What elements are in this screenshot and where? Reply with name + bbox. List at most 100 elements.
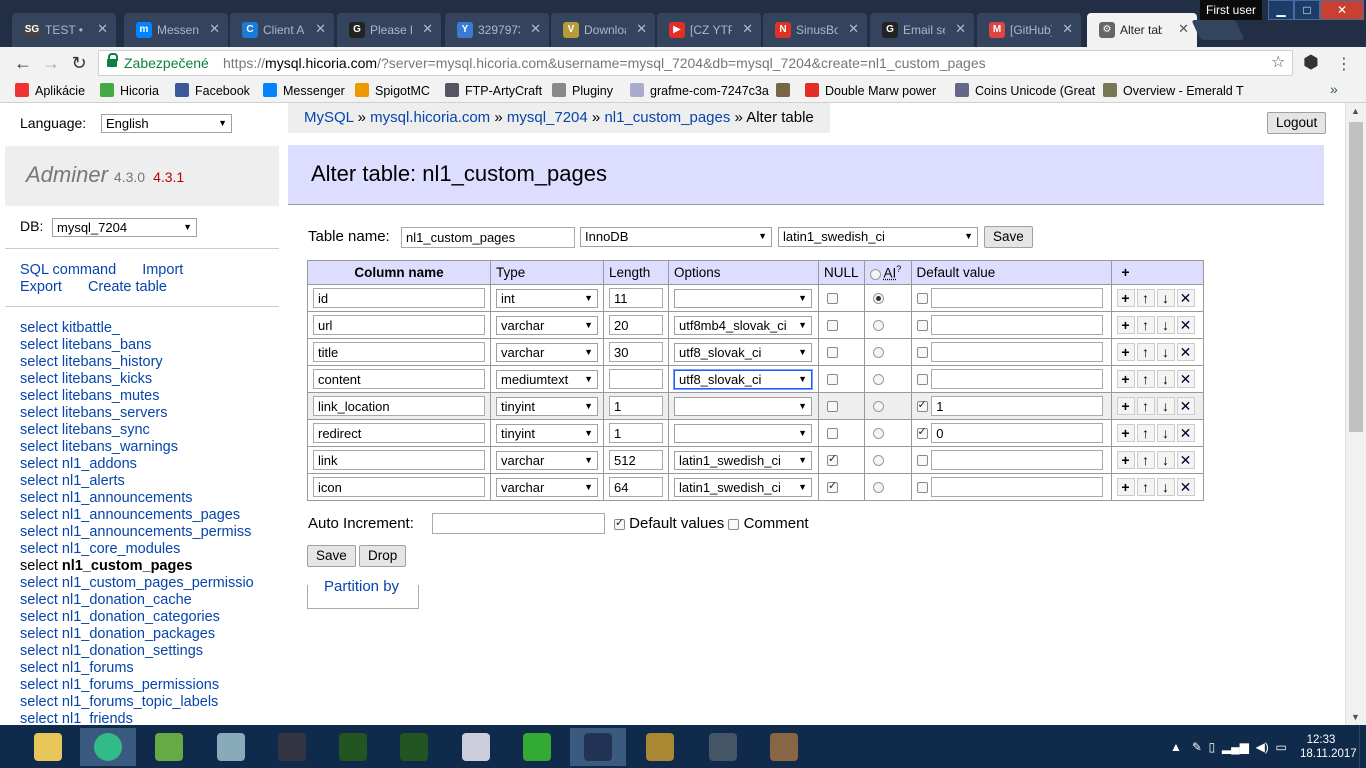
select-link[interactable]: select <box>20 490 58 506</box>
tab-8[interactable]: N SinusBot ✕ <box>763 13 867 47</box>
bookmark-item[interactable]: FTP-ArtyCraft <box>445 83 542 99</box>
breadcrumb-mysql[interactable]: MySQL <box>304 109 353 126</box>
column-name-input[interactable]: title <box>313 342 485 362</box>
table-link[interactable]: nl1_forums <box>62 660 134 676</box>
table-link[interactable]: nl1_addons <box>62 456 137 472</box>
column-type-select[interactable]: varchar ▼ <box>496 342 598 362</box>
table-link[interactable]: nl1_donation_packages <box>62 626 215 642</box>
back-icon[interactable]: ← <box>12 52 34 74</box>
drop-button[interactable]: Drop <box>359 545 407 567</box>
close-tab-icon[interactable]: ✕ <box>1062 21 1073 37</box>
select-link[interactable]: select <box>20 694 58 710</box>
more-bookmarks-icon[interactable]: » <box>1330 81 1338 97</box>
table-link[interactable]: nl1_core_modules <box>62 541 181 557</box>
page-scrollbar[interactable]: ▲ ▼ <box>1345 103 1366 725</box>
default-checkbox[interactable] <box>916 319 928 331</box>
tab-3[interactable]: C Client Ar ✕ <box>230 13 334 47</box>
column-name-input[interactable]: url <box>313 315 485 335</box>
column-name-input[interactable]: link <box>313 450 485 470</box>
column-type-select[interactable]: varchar ▼ <box>496 315 598 335</box>
scroll-up-icon[interactable]: ▲ <box>1351 106 1360 116</box>
close-window-button[interactable]: ✕ <box>1320 0 1364 20</box>
start-button[interactable] <box>0 725 14 768</box>
export-link[interactable]: Export <box>20 279 62 295</box>
bookmark-item[interactable]: Messenger <box>263 83 345 99</box>
move-up-icon[interactable]: ↑ <box>1136 424 1155 442</box>
bookmark-item[interactable]: Pluginy <box>552 83 613 99</box>
column-collation-select[interactable]: ▼ <box>674 396 812 416</box>
column-collation-select[interactable]: latin1_swedish_ci ▼ <box>674 477 812 497</box>
chrome-menu-icon[interactable]: ⋮ <box>1336 54 1352 74</box>
new-version-link[interactable]: 4.3.1 <box>153 169 184 185</box>
select-link[interactable]: select <box>20 677 58 693</box>
close-tab-icon[interactable]: ✕ <box>530 21 541 37</box>
table-link[interactable]: litebans_bans <box>62 337 152 353</box>
column-name-input[interactable]: id <box>313 288 485 308</box>
save-button[interactable]: Save <box>307 545 356 567</box>
move-down-icon[interactable]: ↓ <box>1156 424 1175 442</box>
phone-icon[interactable]: ▯ <box>1209 740 1216 754</box>
table-link[interactable]: nl1_announcements_pages <box>62 507 240 523</box>
column-length-input[interactable]: 30 <box>609 342 663 362</box>
select-link[interactable]: select <box>20 320 58 336</box>
logout-button[interactable]: Logout <box>1267 112 1327 134</box>
remove-icon[interactable]: ✕ <box>1176 451 1195 469</box>
column-collation-select[interactable]: ▼ <box>674 288 812 308</box>
select-link[interactable]: select <box>20 626 58 642</box>
ai-radio[interactable] <box>872 347 884 359</box>
breadcrumb-server[interactable]: mysql.hicoria.com <box>370 109 490 126</box>
table-link[interactable]: litebans_kicks <box>62 371 152 387</box>
minimize-button[interactable]: ▁ <box>1268 0 1294 20</box>
clock[interactable]: 12:33 18.11.2017 <box>1300 733 1357 761</box>
remove-icon[interactable]: ✕ <box>1176 289 1195 307</box>
auto-increment-input[interactable] <box>432 513 605 534</box>
ai-radio[interactable] <box>872 320 884 332</box>
profile-button[interactable]: First user <box>1200 0 1262 20</box>
default-value-input[interactable] <box>931 477 1104 497</box>
column-length-input[interactable]: 1 <box>609 396 663 416</box>
tab-4[interactable]: G Please he ✕ <box>337 13 441 47</box>
forward-icon[interactable]: → <box>40 52 62 74</box>
add-icon[interactable]: + <box>1116 370 1135 388</box>
move-up-icon[interactable]: ↑ <box>1136 397 1155 415</box>
move-down-icon[interactable]: ↓ <box>1156 289 1175 307</box>
select-link[interactable]: select <box>20 643 58 659</box>
bookmark-item[interactable]: Aplikácie <box>15 83 85 99</box>
maximize-button[interactable]: □ <box>1294 0 1320 20</box>
sql-command-link[interactable]: SQL command <box>20 262 116 278</box>
extension-icon[interactable]: ⬢ <box>1303 52 1319 73</box>
scroll-thumb[interactable] <box>1349 122 1363 432</box>
bookmark-item[interactable]: grafme-com-7247c3a <box>630 83 769 99</box>
table-link[interactable]: nl1_forums_permissions <box>62 677 219 693</box>
default-value-input[interactable] <box>931 369 1104 389</box>
taskbar-app[interactable] <box>203 728 259 766</box>
engine-select[interactable]: InnoDB ▼ <box>580 227 772 247</box>
collation-select[interactable]: latin1_swedish_ci ▼ <box>778 227 978 247</box>
default-value-input[interactable]: 1 <box>931 396 1104 416</box>
remove-icon[interactable]: ✕ <box>1176 397 1195 415</box>
column-length-input[interactable]: 11 <box>609 288 663 308</box>
bookmark-item[interactable]: Double Marw power <box>805 83 936 99</box>
add-icon[interactable]: + <box>1116 289 1135 307</box>
taskbar-app[interactable] <box>570 728 626 766</box>
bookmark-item[interactable]: Facebook <box>175 83 250 99</box>
table-link[interactable]: litebans_history <box>62 354 163 370</box>
default-checkbox[interactable] <box>916 481 928 493</box>
column-type-select[interactable]: varchar ▼ <box>496 477 598 497</box>
move-up-icon[interactable]: ↑ <box>1136 478 1155 496</box>
bookmark-item[interactable]: Overview - Emerald T <box>1103 83 1244 99</box>
taskbar-app[interactable] <box>695 728 751 766</box>
column-type-select[interactable]: int ▼ <box>496 288 598 308</box>
add-icon[interactable]: + <box>1116 424 1135 442</box>
column-collation-select[interactable]: utf8_slovak_ci ▼ <box>674 342 812 362</box>
select-link[interactable]: select <box>20 439 58 455</box>
column-collation-select[interactable]: latin1_swedish_ci ▼ <box>674 450 812 470</box>
move-down-icon[interactable]: ↓ <box>1156 343 1175 361</box>
table-link[interactable]: nl1_custom_pages <box>62 558 193 574</box>
select-link[interactable]: select <box>20 541 58 557</box>
bookmark-item[interactable]: Hicoria <box>100 83 159 99</box>
show-desktop-button[interactable] <box>1359 725 1366 768</box>
language-select[interactable]: English ▼ <box>101 114 232 133</box>
table-link[interactable]: nl1_friends <box>62 711 133 725</box>
select-link[interactable]: select <box>20 456 58 472</box>
